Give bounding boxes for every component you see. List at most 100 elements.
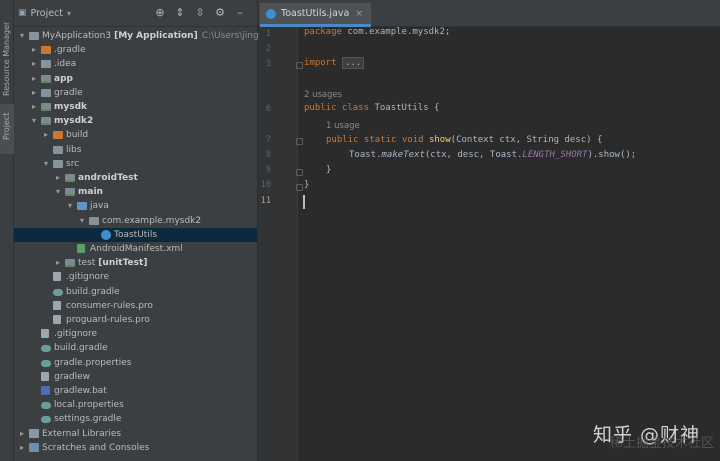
- tree-item-name: External Libraries: [42, 428, 122, 439]
- tree-item[interactable]: build.gradle: [14, 285, 257, 299]
- chevron-down-icon[interactable]: ▾: [18, 29, 26, 43]
- tree-item-label: mysdk2: [54, 114, 93, 128]
- close-icon[interactable]: ×: [355, 9, 363, 19]
- tree-item[interactable]: gradlew: [14, 370, 257, 384]
- resource-manager-tab[interactable]: Resource Manager: [0, 0, 14, 100]
- chevron-down-icon[interactable]: ▾: [67, 9, 71, 18]
- chevron-down-icon[interactable]: ▾: [78, 214, 86, 228]
- tree-item[interactable]: ▾ java: [14, 199, 257, 213]
- chevron-right-icon[interactable]: ▸: [30, 72, 38, 86]
- tree-item-name: main: [78, 187, 103, 198]
- tree-item-label: proguard-rules.pro: [66, 313, 150, 327]
- folder-icon: [65, 188, 75, 197]
- tree-item[interactable]: .gitignore: [14, 327, 257, 341]
- tree-item[interactable]: ▾ mysdk2: [14, 114, 257, 128]
- hide-panel-icon[interactable]: –: [233, 6, 247, 20]
- tree-item[interactable]: ▸ test [unitTest]: [14, 256, 257, 270]
- constant: LENGTH_SHORT: [522, 150, 588, 160]
- chevron-down-icon[interactable]: ▾: [66, 199, 74, 213]
- tree-item[interactable]: .gitignore: [14, 270, 257, 284]
- tree-item-name: settings.gradle: [54, 414, 122, 425]
- tree-item[interactable]: gradlew.bat: [14, 384, 257, 398]
- tree-item[interactable]: ▸ build: [14, 128, 257, 142]
- tree-item-name: app: [54, 73, 73, 84]
- tree-item-label: AndroidManifest.xml: [90, 242, 183, 256]
- tree-item[interactable]: settings.gradle: [14, 412, 257, 426]
- code-line-6: public class ToastUtils {: [304, 103, 439, 113]
- tab-toastutils[interactable]: ToastUtils.java ×: [260, 3, 371, 27]
- tree-item[interactable]: ▸ app: [14, 72, 257, 86]
- folder-icon: [29, 32, 39, 40]
- keyword: public static void: [326, 135, 424, 145]
- chevron-right-icon[interactable]: ▸: [18, 427, 26, 441]
- tree-item[interactable]: gradle.properties: [14, 356, 257, 370]
- chevron-down-icon[interactable]: ▾: [54, 185, 62, 199]
- method-call: makeText: [381, 150, 425, 160]
- folder-icon: [41, 46, 51, 55]
- tree-item-label: gradle.properties: [54, 356, 131, 370]
- chevron-right-icon[interactable]: ▸: [54, 256, 62, 270]
- gear-icon[interactable]: ⚙: [213, 6, 227, 20]
- tree-item[interactable]: ▸ .idea: [14, 57, 257, 71]
- method-usages-hint[interactable]: 1 usage: [326, 121, 360, 131]
- chevron-right-icon[interactable]: ▸: [30, 100, 38, 114]
- tree-item-name: gradlew: [54, 371, 91, 382]
- tree-item-name: ToastUtils: [114, 229, 158, 240]
- tree-item[interactable]: ToastUtils: [14, 227, 257, 242]
- file-icon: [53, 272, 61, 282]
- code-text: ToastUtils {: [369, 103, 440, 113]
- tree-item[interactable]: ▸ .gradle: [14, 43, 257, 57]
- java-class-icon: [266, 8, 276, 19]
- java-class-icon: [101, 229, 111, 240]
- collapse-all-icon[interactable]: ⇳: [193, 6, 207, 20]
- folder-icon: [65, 259, 75, 268]
- chevron-right-icon[interactable]: ▸: [30, 57, 38, 71]
- chevron-down-icon[interactable]: ▾: [30, 114, 38, 128]
- tree-item[interactable]: libs: [14, 143, 257, 157]
- xml-icon: [77, 244, 85, 253]
- chevron-right-icon[interactable]: ▸: [18, 441, 26, 455]
- code-editor[interactable]: package com.example.mysdk2; import ... 2…: [298, 27, 720, 461]
- tree-item-name: mysdk: [54, 102, 88, 112]
- tree-item[interactable]: local.properties: [14, 398, 257, 412]
- chevron-down-icon[interactable]: ▾: [42, 157, 50, 171]
- line-number: 3: [265, 59, 271, 69]
- line-number: 10: [260, 180, 271, 190]
- tool-window-strip: Resource Manager Project: [0, 0, 14, 461]
- tree-item[interactable]: ▸ gradle: [14, 86, 257, 100]
- tree-item-label: main: [78, 185, 103, 199]
- project-tool-tab[interactable]: Project: [0, 104, 14, 154]
- tree-item[interactable]: consumer-rules.pro: [14, 299, 257, 313]
- tree-item-label: build.gradle: [66, 285, 120, 299]
- class-usages-hint[interactable]: 2 usages: [304, 90, 342, 100]
- keyword: import: [304, 58, 337, 68]
- tree-item-label: java: [90, 199, 109, 213]
- chevron-right-icon[interactable]: ▸: [30, 86, 38, 100]
- locate-icon[interactable]: ⊕: [153, 6, 167, 20]
- line-number: 1: [265, 29, 271, 39]
- tree-item-name: gradle.properties: [54, 357, 132, 368]
- project-view-selector[interactable]: Project: [31, 8, 64, 19]
- tree-item[interactable]: ▾ src: [14, 157, 257, 171]
- tree-item[interactable]: ▸ External Libraries: [14, 427, 257, 441]
- expand-all-icon[interactable]: ⇕: [173, 6, 187, 20]
- tree-item[interactable]: ▾ main: [14, 185, 257, 199]
- tree-item[interactable]: ▾ com.example.mysdk2: [14, 214, 257, 228]
- tree-item[interactable]: ▾ MyApplication3 [My Application] C:\Users\…: [14, 29, 278, 43]
- file-icon: [41, 329, 49, 339]
- tree-item[interactable]: AndroidManifest.xml: [14, 242, 257, 256]
- tree-item-name: test: [78, 258, 96, 269]
- tree-item[interactable]: ▸ androidTest: [14, 171, 257, 185]
- code-line-1: package com.example.mysdk2;: [304, 27, 450, 37]
- tree-item[interactable]: ▸ mysdk: [14, 100, 257, 114]
- chevron-right-icon[interactable]: ▸: [54, 171, 62, 185]
- tree-item-label: .idea: [54, 57, 76, 71]
- tree-item[interactable]: ▸ Scratches and Consoles: [14, 441, 257, 455]
- chevron-right-icon[interactable]: ▸: [42, 128, 50, 142]
- chevron-right-icon[interactable]: ▸: [30, 43, 38, 57]
- folder-icon: [41, 103, 51, 111]
- tree-item-name: androidTest: [78, 173, 138, 183]
- tree-item[interactable]: build.gradle: [14, 341, 257, 355]
- tree-item[interactable]: proguard-rules.pro: [14, 313, 257, 327]
- folded-imports[interactable]: ...: [341, 57, 365, 69]
